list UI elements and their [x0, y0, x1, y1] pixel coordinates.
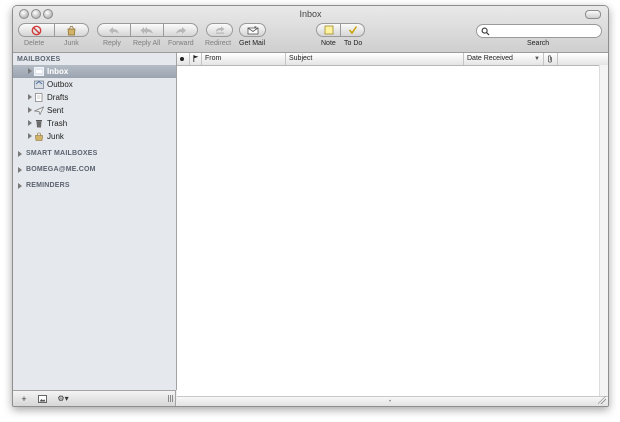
message-list-vertical-scrollbar[interactable] — [599, 65, 608, 396]
paperclip-icon — [548, 55, 552, 63]
todo-label: To Do — [344, 40, 363, 47]
column-unread[interactable] — [177, 53, 190, 65]
mailboxes-header[interactable]: MAILBOXES — [17, 56, 60, 63]
sidebar-item-outbox[interactable]: Outbox — [13, 78, 176, 91]
drafts-icon — [35, 93, 43, 102]
account-disclosure-icon[interactable] — [18, 167, 22, 173]
search-field[interactable] — [476, 24, 602, 38]
disclosure-triangle-icon[interactable] — [28, 94, 32, 100]
trash-icon — [36, 120, 42, 128]
disclosure-triangle-icon[interactable] — [28, 120, 32, 126]
mail-window: Inbox Delete Junk Reply Reply All Forwar… — [12, 5, 609, 407]
junk-button[interactable] — [54, 23, 89, 37]
add-mailbox-button[interactable]: + — [18, 393, 30, 404]
window-resize-grip[interactable] — [598, 396, 606, 404]
reminders-disclosure-icon[interactable] — [18, 183, 22, 189]
split-view-divider[interactable]: • — [177, 396, 608, 406]
divider-grip-icon: • — [389, 399, 392, 405]
disclosure-triangle-icon[interactable] — [28, 107, 32, 113]
get-mail-envelope-icon — [247, 26, 258, 34]
sidebar-action-bar: + ⚙▾ — [13, 390, 176, 406]
sidebar-item-drafts[interactable]: Drafts — [13, 91, 176, 104]
smart-mailboxes-disclosure-icon[interactable] — [18, 151, 22, 157]
search-label: Search — [527, 40, 550, 47]
sidebar-item-label: Drafts — [47, 93, 69, 102]
column-subject[interactable]: Subject — [286, 53, 464, 65]
column-from[interactable]: From — [202, 53, 286, 65]
redirect-label: Redirect — [205, 40, 232, 47]
junk-bag-icon — [67, 25, 76, 35]
note-button[interactable] — [316, 23, 341, 37]
message-list[interactable]: From Subject Date Received ▼ • — [177, 53, 608, 406]
delete-icon — [31, 25, 42, 35]
inbox-icon — [34, 67, 44, 76]
reply-all-button[interactable] — [130, 23, 164, 37]
column-date-received-label: Date Received — [467, 55, 513, 62]
smart-mailboxes-header[interactable]: SMART MAILBOXES — [26, 150, 97, 157]
get-mail-button[interactable] — [239, 23, 266, 37]
message-list-header: From Subject Date Received ▼ — [177, 53, 608, 66]
reply-all-arrow-icon — [140, 26, 153, 34]
sidebar-item-trash[interactable]: Trash — [13, 117, 176, 130]
reply-arrow-icon — [109, 26, 119, 34]
column-date-received[interactable]: Date Received ▼ — [464, 53, 544, 65]
mailbox-sidebar: MAILBOXES Inbox Outbox Drafts Sent Trash… — [13, 53, 177, 390]
forward-label: Forward — [168, 40, 194, 47]
flag-icon — [193, 55, 199, 62]
sidebar-item-label: Sent — [47, 106, 64, 115]
delete-button[interactable] — [18, 23, 55, 37]
sent-icon — [34, 106, 44, 115]
sort-descending-icon: ▼ — [534, 56, 540, 62]
reply-label: Reply — [103, 40, 121, 47]
toolbar-toggle-button[interactable] — [585, 10, 601, 19]
junk-label: Junk — [64, 40, 79, 47]
sidebar-resize-handle[interactable] — [168, 395, 173, 402]
reply-button[interactable] — [97, 23, 131, 37]
outbox-icon — [34, 80, 44, 89]
redirect-icon — [215, 26, 224, 34]
column-attachment[interactable] — [544, 53, 558, 65]
unread-dot-icon — [180, 57, 184, 61]
search-icon — [481, 27, 490, 36]
sidebar-item-inbox[interactable]: Inbox — [13, 65, 176, 78]
sidebar-item-label: Trash — [47, 119, 68, 128]
photo-icon — [37, 394, 47, 403]
note-icon — [324, 25, 333, 35]
delete-label: Delete — [24, 40, 45, 47]
show-photo-browser-button[interactable] — [36, 393, 48, 404]
redirect-button[interactable] — [206, 23, 233, 37]
checkmark-icon — [348, 26, 357, 35]
sidebar-item-sent[interactable]: Sent — [13, 104, 176, 117]
junk-icon — [35, 132, 43, 141]
sidebar-item-label: Outbox — [47, 80, 73, 89]
column-flag[interactable] — [190, 53, 202, 65]
sidebar-item-junk[interactable]: Junk — [13, 130, 176, 143]
todo-button[interactable] — [340, 23, 365, 37]
forward-button[interactable] — [163, 23, 198, 37]
window-title: Inbox — [299, 9, 322, 19]
note-label: Note — [321, 40, 336, 47]
reminders-header[interactable]: REMINDERS — [26, 182, 70, 189]
forward-arrow-icon — [175, 26, 186, 34]
sidebar-item-label: Inbox — [47, 67, 69, 76]
reply-all-label: Reply All — [133, 40, 161, 47]
disclosure-triangle-icon[interactable] — [28, 133, 32, 139]
toolbar: Inbox Delete Junk Reply Reply All Forwar… — [13, 6, 608, 53]
account-header[interactable]: BOMEGA@ME.COM — [26, 166, 96, 173]
disclosure-triangle-icon[interactable] — [28, 68, 32, 74]
get-mail-label: Get Mail — [239, 40, 266, 47]
action-gear-button[interactable]: ⚙▾ — [54, 393, 72, 404]
sidebar-item-label: Junk — [47, 132, 64, 141]
